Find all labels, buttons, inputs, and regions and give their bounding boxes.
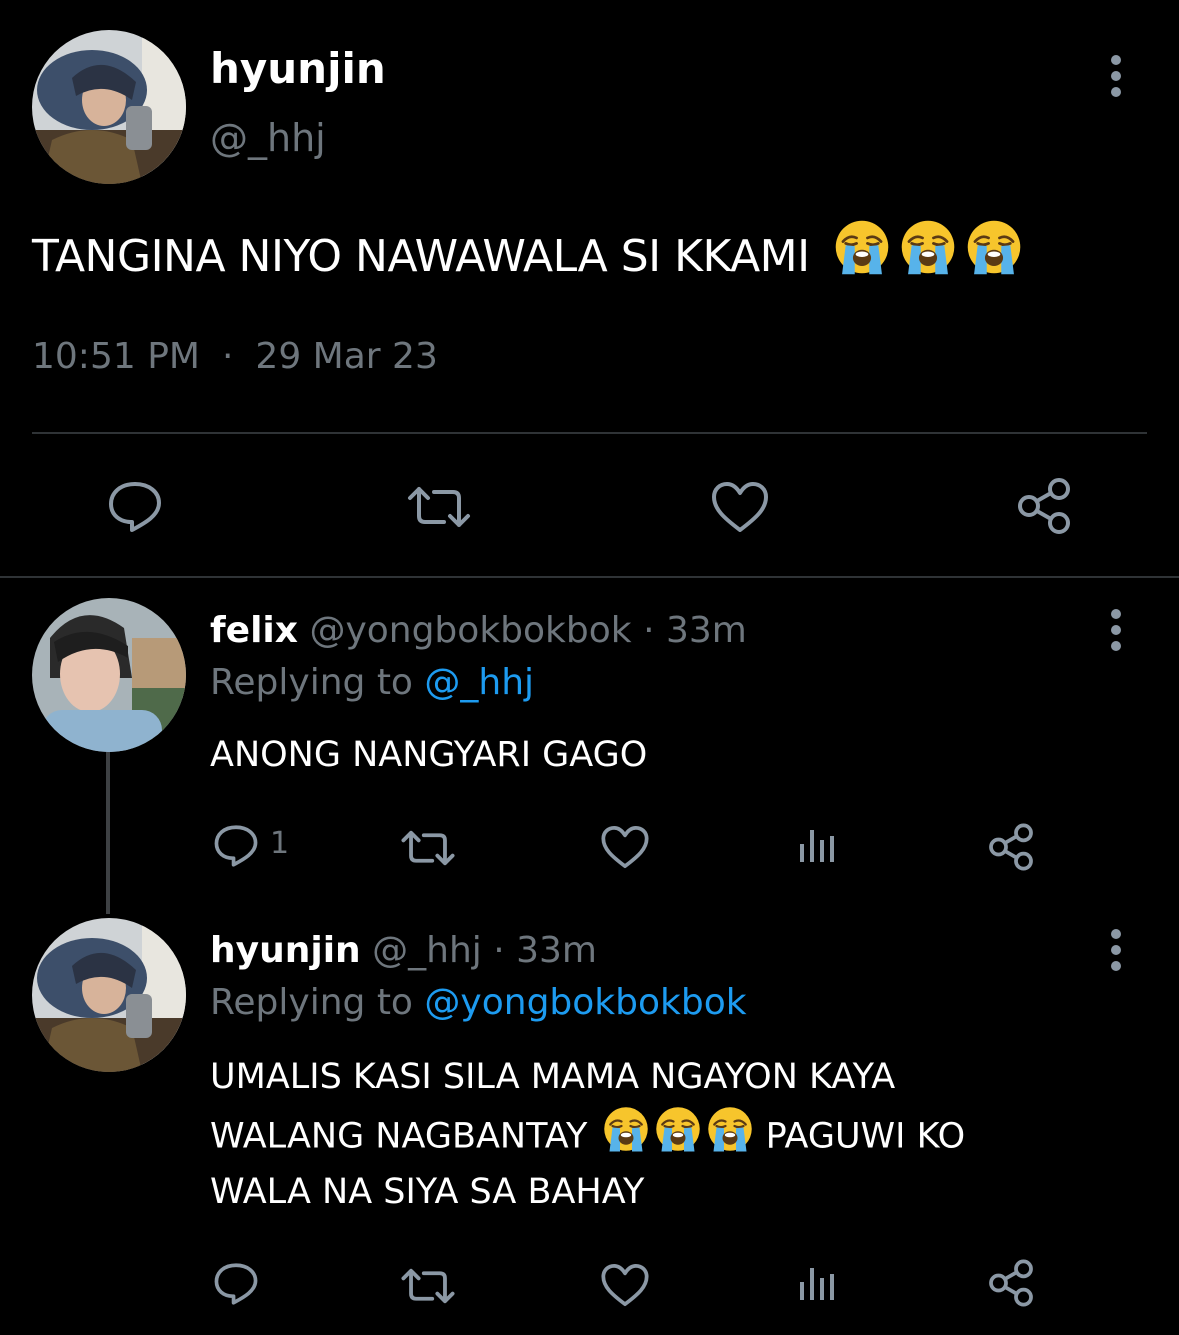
share-button[interactable]	[1014, 476, 1074, 536]
replying-to-link[interactable]: @_hhj	[424, 662, 534, 703]
reply-header: hyunjin @_hhj · 33m	[210, 930, 597, 971]
reply-author-name[interactable]: felix	[210, 610, 298, 651]
reply-count: 1	[270, 826, 290, 861]
more-options-button[interactable]	[1096, 48, 1136, 104]
like-button[interactable]	[710, 480, 770, 534]
reply-age: · 33m	[643, 610, 747, 651]
tweet-time: 10:51 PM	[32, 336, 200, 377]
replying-to: Replying to @yongbokbokbok	[210, 982, 747, 1023]
retweet-icon	[408, 487, 470, 527]
replying-to-link[interactable]: @yongbokbokbok	[424, 982, 746, 1023]
comment-bubble-icon	[109, 482, 161, 532]
reply-author-handle[interactable]: @_hhj	[372, 930, 482, 971]
reply-avatar[interactable]	[32, 918, 186, 1072]
share-button[interactable]	[986, 822, 1036, 872]
more-options-button[interactable]	[1096, 602, 1136, 658]
replying-label: Replying to	[210, 662, 413, 703]
reply-button[interactable]	[106, 480, 164, 534]
reply-avatar[interactable]	[32, 598, 186, 752]
more-vertical-icon	[1111, 55, 1121, 97]
loudly-crying-face-icon	[965, 218, 1023, 276]
reply-text: UMALIS KASI SILA MAMA NGAYON KAYA WALANG…	[210, 1050, 965, 1220]
reply-text-line: WALANG NAGBANTAY PAGUWI KO	[210, 1105, 965, 1165]
loudly-crying-face-icon	[654, 1105, 702, 1153]
tweet-date: 29 Mar 23	[255, 336, 438, 377]
tweet-text: TANGINA NIYO NAWAWALA SI KKAMI	[32, 218, 1023, 282]
meta-separator: ·	[221, 336, 234, 377]
heart-icon	[712, 482, 768, 532]
retweet-icon	[401, 830, 455, 866]
reply-header: felix @yongbokbokbok · 33m	[210, 610, 747, 651]
tweet-timestamp[interactable]: 10:51 PM · 29 Mar 23	[32, 336, 438, 377]
section-divider	[0, 576, 1179, 578]
reply-text-line: UMALIS KASI SILA MAMA NGAYON KAYA	[210, 1057, 896, 1097]
reply-text: ANONG NANGYARI GAGO	[210, 735, 648, 775]
share-button[interactable]	[986, 1258, 1036, 1308]
like-button[interactable]	[600, 1262, 650, 1308]
tweet-text-body: TANGINA NIYO NAWAWALA SI KKAMI	[32, 230, 810, 282]
replying-to: Replying to @_hhj	[210, 662, 534, 703]
like-button[interactable]	[600, 824, 650, 870]
loudly-crying-face-icon	[833, 218, 891, 276]
reply-button[interactable]	[212, 1262, 260, 1306]
reply-text-line: WALA NA SIYA SA BAHAY	[210, 1171, 645, 1212]
more-options-button[interactable]	[1096, 922, 1136, 978]
reply-button[interactable]	[212, 824, 260, 868]
comment-bubble-icon	[214, 1263, 258, 1305]
analytics-button[interactable]	[798, 826, 838, 866]
analytics-bars-icon	[800, 830, 834, 862]
loudly-crying-face-icon	[602, 1105, 650, 1153]
retweet-button[interactable]	[400, 828, 456, 868]
reply-text-segment: PAGUWI KO	[765, 1116, 966, 1157]
reply-age: · 33m	[493, 930, 597, 971]
share-icon	[989, 823, 1033, 871]
analytics-button[interactable]	[798, 1264, 838, 1304]
retweet-icon	[401, 1268, 455, 1304]
reply-author-handle[interactable]: @yongbokbokbok	[309, 610, 631, 651]
loudly-crying-face-icon	[706, 1105, 754, 1153]
reply-text-segment: WALANG NAGBANTAY	[210, 1116, 588, 1157]
author-name[interactable]: hyunjin	[210, 44, 386, 93]
heart-icon	[601, 825, 649, 869]
thread-line	[106, 752, 110, 914]
more-vertical-icon	[1111, 929, 1121, 971]
comment-bubble-icon	[214, 825, 258, 867]
analytics-bars-icon	[800, 1268, 834, 1300]
loudly-crying-face-icon	[899, 218, 957, 276]
replying-label: Replying to	[210, 982, 413, 1023]
author-avatar[interactable]	[32, 30, 186, 184]
retweet-button[interactable]	[406, 484, 472, 530]
author-handle[interactable]: @_hhj	[210, 116, 326, 160]
reply-author-name[interactable]: hyunjin	[210, 930, 361, 971]
share-icon	[1018, 478, 1070, 534]
more-vertical-icon	[1111, 609, 1121, 651]
heart-icon	[601, 1263, 649, 1307]
retweet-button[interactable]	[400, 1266, 456, 1306]
share-icon	[989, 1259, 1033, 1307]
divider	[32, 432, 1147, 434]
